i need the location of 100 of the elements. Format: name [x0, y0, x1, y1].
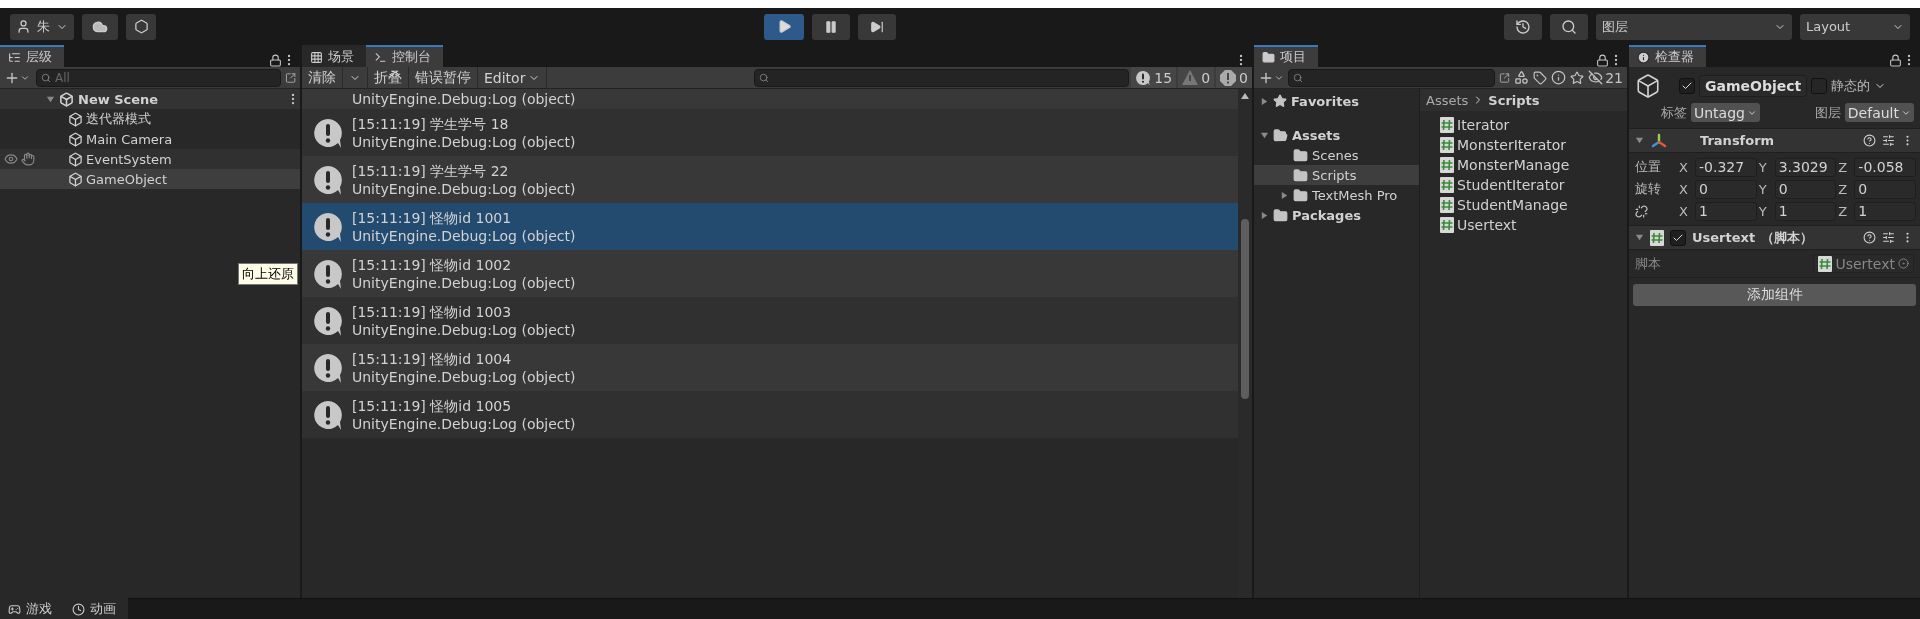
component-title: Transform	[1700, 133, 1775, 148]
hierarchy-item[interactable]: GameObject	[0, 169, 300, 189]
tag-dropdown[interactable]: Untagg	[1691, 103, 1760, 122]
log-row[interactable]: [15:11:19] 怪物id 1002 UnityEngine.Debug:Log (object)	[302, 250, 1238, 297]
layers-dropdown[interactable]: 图层	[1596, 13, 1792, 40]
eye-icon[interactable]	[4, 152, 18, 166]
expanded-arrow-icon[interactable]	[46, 94, 55, 104]
log-row[interactable]: [15:11:19] 怪物id 1004 UnityEngine.Debug:Log (object)	[302, 344, 1238, 391]
log-row[interactable]: [15:11:19] 怪物id 1001 UnityEngine.Debug:Log (object)	[302, 203, 1238, 250]
script-file[interactable]: MonsterIterator	[1420, 135, 1627, 155]
count-toggle[interactable]: 0	[1178, 67, 1215, 88]
hidden-packages-toggle[interactable]: 21	[1588, 69, 1623, 86]
number-field[interactable]: 0	[1854, 179, 1916, 199]
hierarchy-item[interactable]: EventSystem	[0, 149, 300, 169]
panel-tab[interactable]: 场景	[302, 45, 366, 67]
scroll-up-icon[interactable]	[1241, 93, 1249, 99]
number-field[interactable]: -0.327	[1695, 157, 1757, 177]
lock-icon[interactable]	[1889, 54, 1902, 67]
folder-icon	[1293, 147, 1308, 163]
search-field[interactable]	[1288, 68, 1496, 87]
inspector-tab[interactable]: 检查器	[1629, 45, 1706, 67]
panel-tab[interactable]: 动画	[64, 597, 128, 619]
target-icon[interactable]	[1898, 258, 1909, 269]
script-file[interactable]: Usertext	[1420, 215, 1627, 235]
add-component-button[interactable]: 添加组件	[1633, 284, 1916, 306]
script-file[interactable]: StudentIterator	[1420, 175, 1627, 195]
log-row[interactable]: [15:11:19] 怪物id 1005 UnityEngine.Debug:Log (object)	[302, 391, 1238, 438]
script-file[interactable]: StudentManage	[1420, 195, 1627, 215]
star-icon[interactable]	[1570, 70, 1585, 85]
script-field: Usertext	[1813, 254, 1914, 273]
cloud-button[interactable]	[82, 13, 118, 40]
folder-item[interactable]: Favorites	[1254, 91, 1419, 111]
search-button[interactable]	[1550, 13, 1588, 40]
expand-icon[interactable]	[1499, 71, 1511, 84]
history-button[interactable]	[1504, 13, 1542, 40]
script-file[interactable]: MonsterManage	[1420, 155, 1627, 175]
step-button[interactable]	[858, 13, 896, 40]
search-field[interactable]	[754, 68, 1130, 87]
number-field[interactable]: 1	[1695, 201, 1757, 221]
lock-icon[interactable]	[1596, 54, 1609, 67]
account-dropdown[interactable]: 朱	[10, 13, 74, 40]
pause-button[interactable]	[812, 13, 850, 40]
name-field[interactable]: GameObject	[1699, 75, 1808, 97]
help-icon[interactable]	[1863, 231, 1876, 244]
folder-item[interactable]: Scenes	[1254, 145, 1419, 165]
preset-icon[interactable]	[1882, 231, 1895, 244]
layer-dropdown[interactable]: Default	[1844, 103, 1914, 122]
collapsed-arrow-icon[interactable]	[1280, 190, 1289, 200]
number-field[interactable]: 1	[1774, 201, 1837, 221]
count-toggle[interactable]: 0	[1216, 67, 1252, 88]
number-field[interactable]: -0.058	[1854, 157, 1916, 177]
hierarchy-item[interactable]: Main Camera	[0, 129, 300, 149]
unlink-icon[interactable]	[1635, 204, 1648, 218]
expanded-arrow-icon[interactable]	[1635, 136, 1644, 145]
hierarchy-tab[interactable]: 层级	[0, 45, 64, 67]
play-button[interactable]	[764, 13, 804, 40]
layout-dropdown[interactable]: Layout	[1800, 13, 1910, 40]
expanded-arrow-icon[interactable]	[1260, 130, 1269, 140]
script-file[interactable]: Iterator	[1420, 115, 1627, 135]
error-icon	[1220, 69, 1237, 86]
number-field[interactable]: 1	[1854, 201, 1916, 221]
project-tab[interactable]: 项目	[1254, 45, 1318, 67]
active-checkbox[interactable]	[1679, 78, 1695, 94]
log-row[interactable]: [15:11:19] 学生学号 18 UnityEngine.Debug:Log (object)	[302, 109, 1238, 156]
folder-item[interactable]: Scripts	[1254, 165, 1419, 185]
folder-item[interactable]: Assets	[1254, 125, 1419, 145]
log-row[interactable]: UnityEngine.Debug:Log (object)	[302, 89, 1238, 109]
hand-icon[interactable]	[21, 152, 35, 166]
search-icon	[1561, 18, 1577, 35]
enabled-checkbox[interactable]	[1670, 229, 1686, 246]
preset-icon[interactable]	[1882, 134, 1895, 147]
log-row[interactable]: [15:11:19] 学生学号 22 UnityEngine.Debug:Log (object)	[302, 156, 1238, 203]
folder-item[interactable]: TextMesh Pro	[1254, 185, 1419, 205]
count-toggle[interactable]: 15	[1131, 67, 1177, 88]
expand-icon[interactable]	[284, 71, 296, 84]
alert-icon[interactable]	[1551, 70, 1567, 85]
number-field[interactable]: 0	[1695, 179, 1757, 199]
tooltip: 向上还原	[238, 263, 298, 285]
expanded-arrow-icon[interactable]	[1635, 233, 1644, 242]
play-icon	[776, 19, 792, 34]
collab-button[interactable]	[126, 13, 156, 40]
help-icon[interactable]	[1863, 134, 1876, 147]
console-icon	[374, 50, 387, 64]
script-icon	[1440, 197, 1454, 213]
log-row[interactable]: [15:11:19] 怪物id 1003 UnityEngine.Debug:Log (object)	[302, 297, 1238, 344]
panel-tab[interactable]: 游戏	[0, 597, 64, 619]
lock-icon[interactable]	[269, 54, 282, 67]
hierarchy-item[interactable]: 迭代器模式	[0, 109, 300, 129]
folder-item[interactable]: Packages	[1254, 205, 1419, 225]
number-field[interactable]: 3.3029	[1774, 157, 1837, 177]
message-icon	[312, 116, 344, 149]
search-field[interactable]: All	[36, 68, 281, 87]
collapsed-arrow-icon[interactable]	[1260, 210, 1269, 220]
breadcrumb-link[interactable]: Assets	[1426, 92, 1469, 108]
tag-icon[interactable]	[1533, 70, 1548, 85]
shapes-icon[interactable]	[1514, 70, 1530, 85]
panel-tab[interactable]: 控制台	[366, 45, 443, 67]
scroll-thumb[interactable]	[1241, 219, 1249, 399]
number-field[interactable]: 0	[1774, 179, 1837, 199]
collapsed-arrow-icon[interactable]	[1260, 96, 1269, 106]
